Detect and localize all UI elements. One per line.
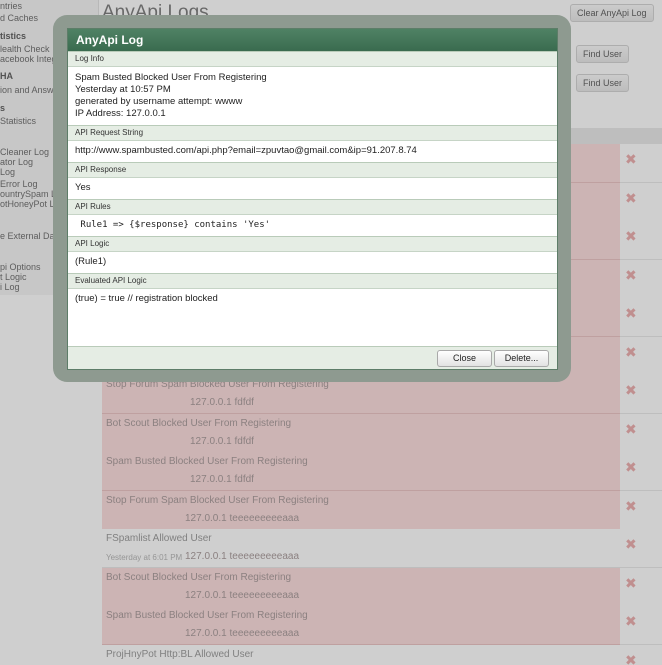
- dialog-title: AnyApi Log: [68, 29, 557, 51]
- anyapi-log-dialog: AnyApi Log Log Info Spam Busted Blocked U…: [67, 28, 558, 370]
- section-heading: Log Info: [68, 51, 557, 67]
- close-button[interactable]: Close: [437, 350, 492, 367]
- section-line: Rule1 => {$response} contains 'Yes': [75, 220, 271, 230]
- section-heading: API Response: [68, 162, 557, 178]
- delete-button[interactable]: Delete...: [494, 350, 549, 367]
- section-line: Spam Busted Blocked User From Registerin…: [75, 72, 267, 83]
- dialog-footer: Close Delete...: [68, 346, 557, 369]
- section-line: Yes: [75, 182, 91, 193]
- section-body: Rule1 => {$response} contains 'Yes': [68, 215, 557, 236]
- section-line: http://www.spambusted.com/api.php?email=…: [75, 145, 417, 156]
- section-heading: API Logic: [68, 236, 557, 252]
- section-body: (Rule1): [68, 252, 557, 273]
- section-heading: Evaluated API Logic: [68, 273, 557, 289]
- section-heading: API Rules: [68, 199, 557, 215]
- section-line: Yesterday at 10:57 PM: [75, 84, 171, 95]
- section-line: (Rule1): [75, 256, 107, 267]
- section-body: http://www.spambusted.com/api.php?email=…: [68, 141, 557, 162]
- section-line: (true) = true // registration blocked: [75, 293, 218, 304]
- dialog-content: Log Info Spam Busted Blocked User From Re…: [68, 51, 557, 310]
- section-line: IP Address: 127.0.0.1: [75, 108, 166, 119]
- section-heading: API Request String: [68, 125, 557, 141]
- section-body: (true) = true // registration blocked: [68, 289, 557, 310]
- section-body: Yes: [68, 178, 557, 199]
- section-line: generated by username attempt: wwww: [75, 96, 243, 107]
- section-body: Spam Busted Blocked User From Registerin…: [68, 67, 557, 125]
